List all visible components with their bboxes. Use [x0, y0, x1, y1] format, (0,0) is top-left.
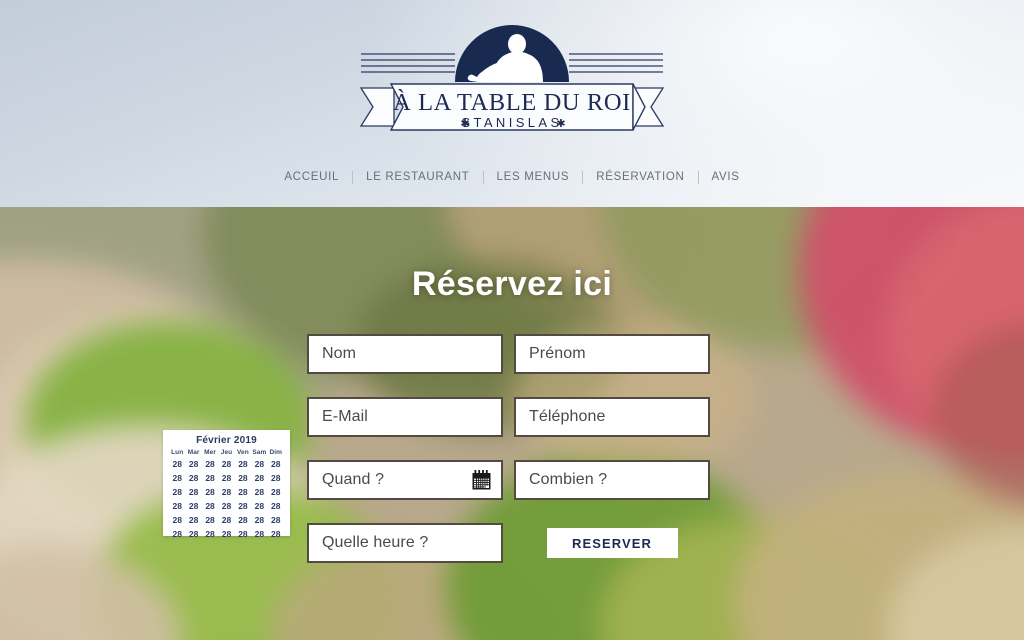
- datepicker-day[interactable]: 28: [185, 472, 201, 485]
- datepicker-day[interactable]: 28: [218, 486, 234, 499]
- datepicker-day[interactable]: 28: [218, 500, 234, 513]
- datepicker-day[interactable]: 28: [268, 500, 284, 513]
- quand-label: Quand ?: [322, 471, 385, 488]
- datepicker-day[interactable]: 28: [251, 514, 267, 527]
- datepicker-day[interactable]: 28: [202, 514, 218, 527]
- nav-item-reservation[interactable]: RÉSERVATION: [583, 169, 697, 185]
- telephone-field[interactable]: Téléphone: [514, 397, 710, 437]
- datepicker-month-title: Février 2019: [196, 435, 257, 446]
- datepicker-weekday: Lun: [171, 449, 184, 456]
- email-label: E-Mail: [322, 408, 368, 425]
- site-header: À LA TABLE DU ROI ✱ STANISLAS ✱ ACCEUIL …: [0, 0, 1024, 207]
- nom-field[interactable]: Nom: [307, 334, 503, 374]
- datepicker-weekday: Mar: [187, 449, 200, 456]
- calendar-icon[interactable]: [471, 470, 492, 491]
- datepicker-day[interactable]: 28: [268, 486, 284, 499]
- nav-item-avis[interactable]: AVIS: [699, 169, 753, 185]
- datepicker-day[interactable]: 28: [185, 500, 201, 513]
- datepicker-day[interactable]: 28: [251, 486, 267, 499]
- heure-label: Quelle heure ?: [322, 534, 429, 551]
- datepicker-day[interactable]: 28: [202, 486, 218, 499]
- datepicker-day[interactable]: 28: [235, 514, 251, 527]
- submit-slot: RESERVER: [514, 523, 710, 563]
- datepicker-day[interactable]: 28: [235, 528, 251, 541]
- nav-item-les-menus[interactable]: LES MENUS: [484, 169, 583, 185]
- datepicker-grid: Lun Mar Mer Jeu Ven Sam Dim 28 28 28 28 28 28 28 28 28 2…: [169, 449, 284, 541]
- datepicker-panel[interactable]: Février 2019 Lun Mar Mer Jeu Ven Sam Dim 28 28 28…: [163, 430, 290, 539]
- form-row-contact: E-Mail Téléphone: [307, 397, 720, 437]
- prenom-label: Prénom: [529, 345, 586, 362]
- datepicker-day[interactable]: 28: [202, 500, 218, 513]
- heure-field[interactable]: Quelle heure ?: [307, 523, 503, 563]
- datepicker-weekday: Sam: [252, 449, 267, 456]
- form-row-time-submit: Quelle heure ? RESERVER: [307, 523, 720, 563]
- reservation-form: Nom Prénom E-Mail Téléphone Quand ? Comb…: [307, 334, 720, 586]
- datepicker-day[interactable]: 28: [185, 514, 201, 527]
- reservation-page: À LA TABLE DU ROI ✱ STANISLAS ✱ ACCEUIL …: [0, 0, 1024, 640]
- datepicker-day[interactable]: 28: [251, 458, 267, 471]
- datepicker-day[interactable]: 28: [169, 528, 185, 541]
- datepicker-day[interactable]: 28: [185, 458, 201, 471]
- nav-item-acceuil[interactable]: ACCEUIL: [271, 169, 352, 185]
- datepicker-day[interactable]: 28: [169, 500, 185, 513]
- datepicker-day[interactable]: 28: [202, 458, 218, 471]
- hero-section: Réservez ici Nom Prénom E-Mail Téléphone: [0, 207, 1024, 640]
- logo-rule-lines-left: [361, 53, 455, 73]
- datepicker-day[interactable]: 28: [169, 472, 185, 485]
- datepicker-day[interactable]: 28: [185, 486, 201, 499]
- datepicker-day[interactable]: 28: [218, 458, 234, 471]
- datepicker-day[interactable]: 28: [202, 472, 218, 485]
- datepicker-day[interactable]: 28: [169, 514, 185, 527]
- datepicker-day[interactable]: 28: [268, 458, 284, 471]
- datepicker-day[interactable]: 28: [251, 528, 267, 541]
- site-logo[interactable]: À LA TABLE DU ROI ✱ STANISLAS ✱: [347, 18, 677, 148]
- datepicker-weekday: Mer: [204, 449, 216, 456]
- logo-brand-name: À LA TABLE DU ROI: [393, 88, 631, 116]
- datepicker-day[interactable]: 28: [218, 472, 234, 485]
- datepicker-day[interactable]: 28: [235, 486, 251, 499]
- form-row-name: Nom Prénom: [307, 334, 720, 374]
- nav-item-le-restaurant[interactable]: LE RESTAURANT: [353, 169, 482, 185]
- datepicker-day[interactable]: 28: [218, 528, 234, 541]
- datepicker-day[interactable]: 28: [169, 486, 185, 499]
- email-field[interactable]: E-Mail: [307, 397, 503, 437]
- datepicker-weekday: Ven: [236, 449, 249, 456]
- logo-artwork: À LA TABLE DU ROI ✱ STANISLAS ✱: [359, 25, 665, 131]
- datepicker-day[interactable]: 28: [185, 528, 201, 541]
- reserver-button[interactable]: RESERVER: [546, 528, 678, 558]
- form-row-date: Quand ? Combien ?: [307, 460, 720, 500]
- datepicker-day[interactable]: 28: [268, 528, 284, 541]
- datepicker-day[interactable]: 28: [235, 458, 251, 471]
- datepicker-day[interactable]: 28: [251, 500, 267, 513]
- nom-label: Nom: [322, 345, 357, 362]
- combien-label: Combien ?: [529, 471, 608, 488]
- datepicker-day[interactable]: 28: [235, 472, 251, 485]
- datepicker-day[interactable]: 28: [202, 528, 218, 541]
- prenom-field[interactable]: Prénom: [514, 334, 710, 374]
- datepicker-weekday: Dim: [269, 449, 283, 456]
- datepicker-day[interactable]: 28: [235, 500, 251, 513]
- main-navigation: ACCEUIL LE RESTAURANT LES MENUS RÉSERVAT…: [0, 169, 1024, 185]
- logo-star-right: ✱: [556, 118, 565, 130]
- combien-field[interactable]: Combien ?: [514, 460, 710, 500]
- quand-field[interactable]: Quand ?: [307, 460, 503, 500]
- telephone-label: Téléphone: [529, 408, 606, 425]
- datepicker-weekday: Jeu: [220, 449, 233, 456]
- logo-sub-name: STANISLAS: [461, 115, 562, 130]
- datepicker-day[interactable]: 28: [218, 514, 234, 527]
- datepicker-day[interactable]: 28: [251, 472, 267, 485]
- page-title: Réservez ici: [411, 265, 613, 303]
- datepicker-day[interactable]: 28: [169, 458, 185, 471]
- datepicker-day[interactable]: 28: [268, 514, 284, 527]
- logo-rule-lines-right: [569, 53, 663, 73]
- datepicker-day[interactable]: 28: [268, 472, 284, 485]
